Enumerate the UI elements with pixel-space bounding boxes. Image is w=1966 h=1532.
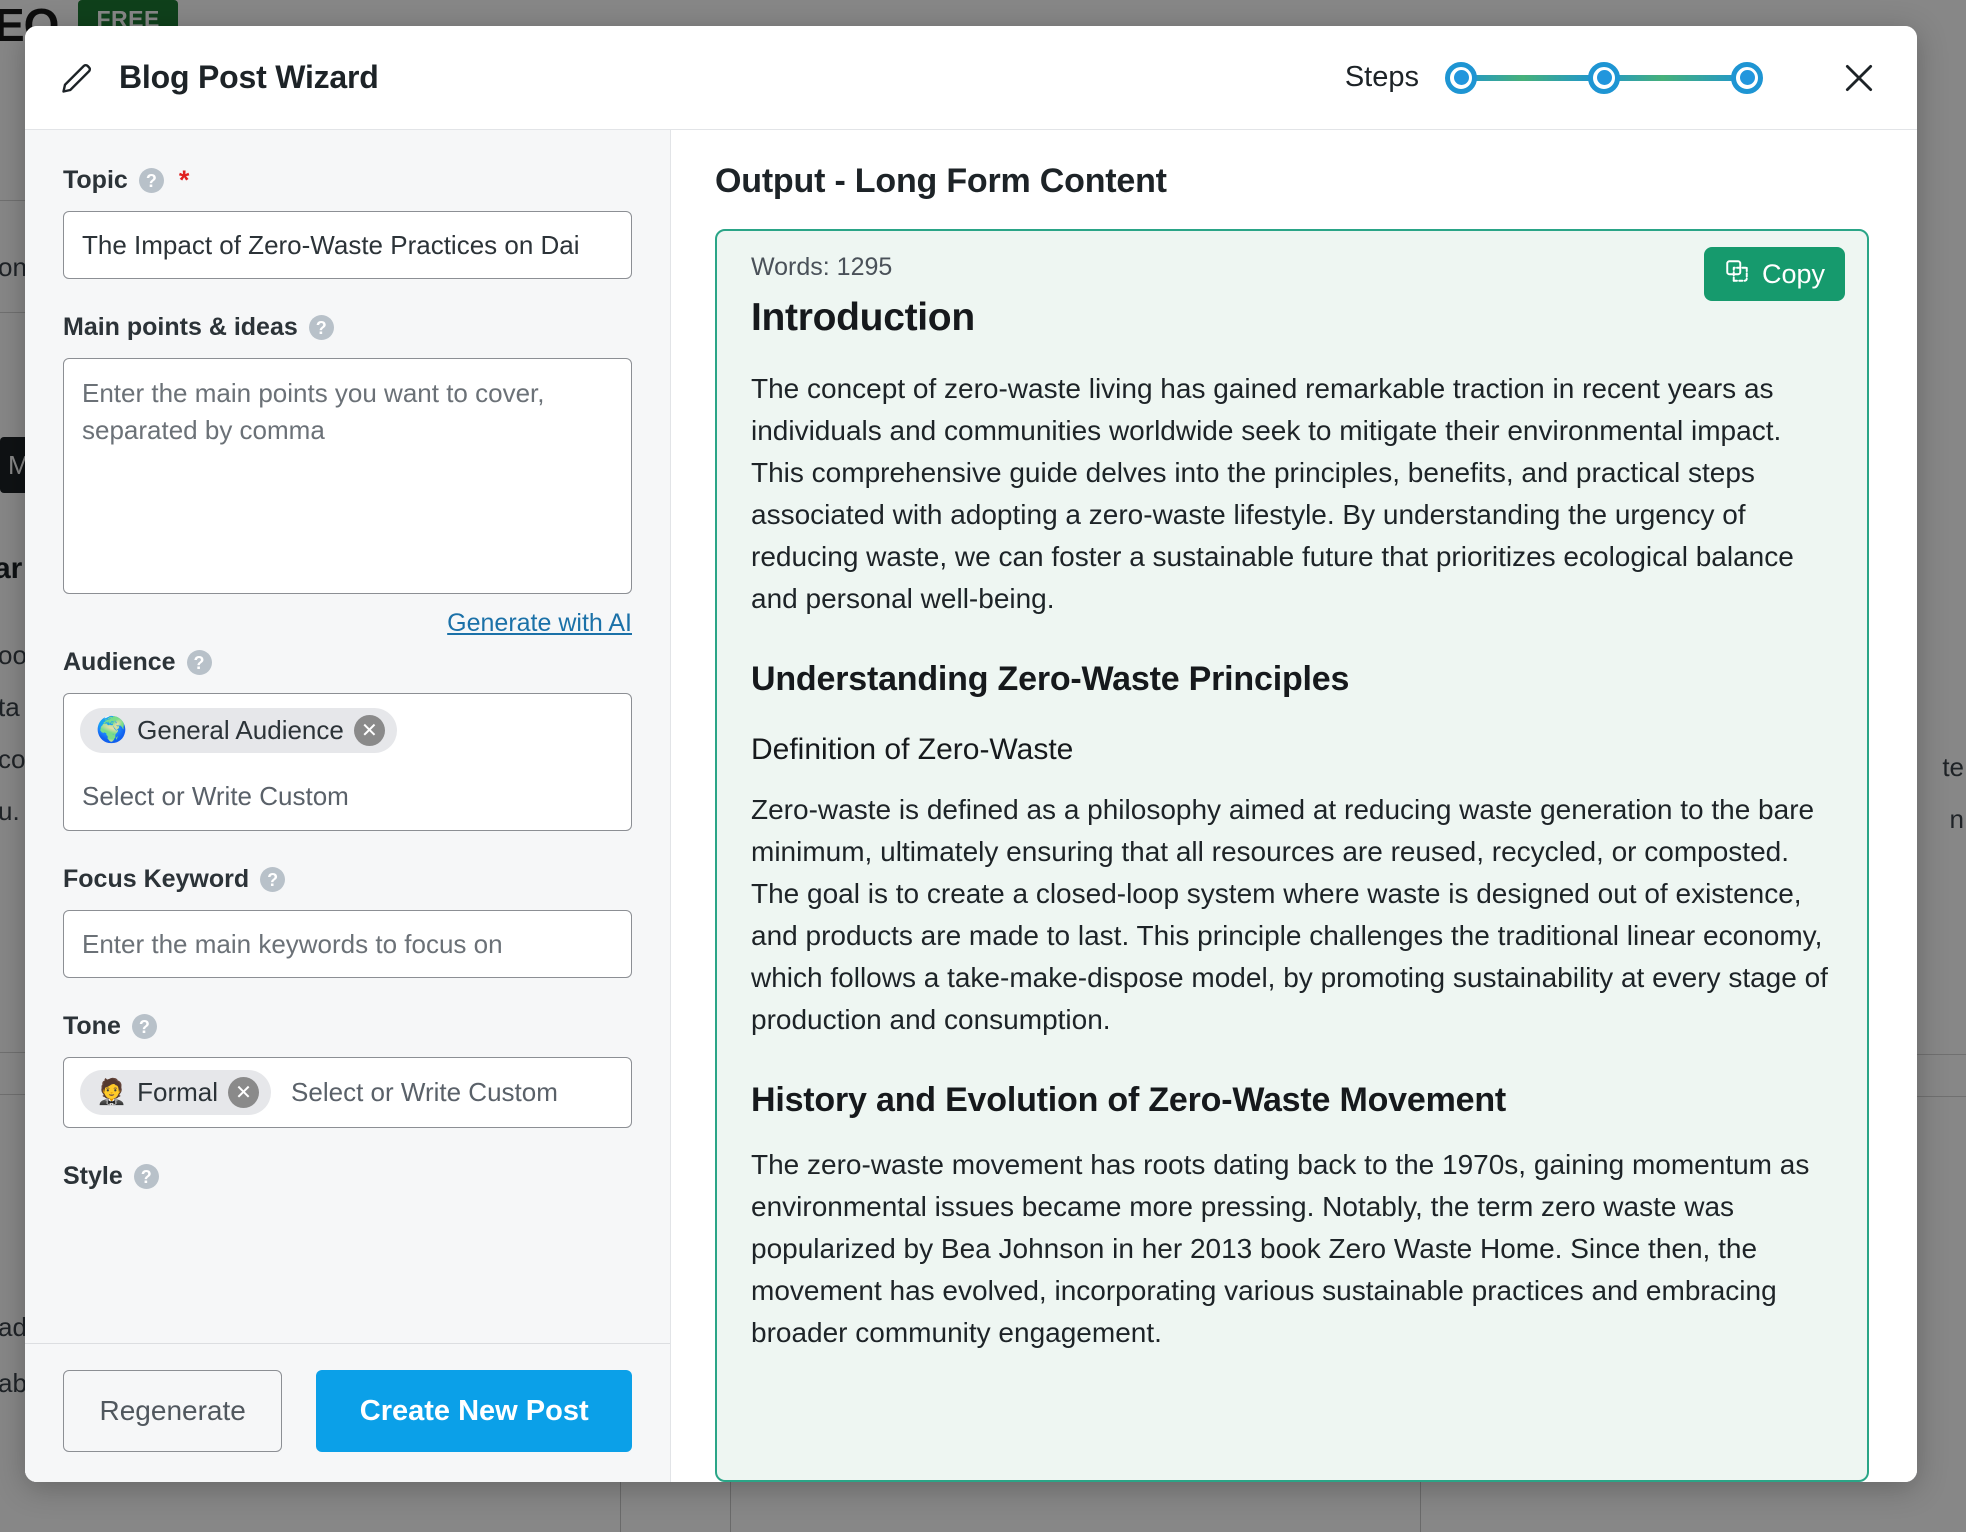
form-footer: Regenerate Create New Post: [25, 1343, 670, 1482]
help-icon[interactable]: ?: [186, 650, 212, 675]
close-icon[interactable]: ✕: [228, 1077, 260, 1108]
tone-select[interactable]: 🤵 Formal ✕ Select or Write Custom: [63, 1057, 632, 1128]
pencil-icon: [59, 60, 95, 96]
focus-keyword-label-row: Focus Keyword ?: [63, 865, 632, 894]
tone-chip[interactable]: 🤵 Formal ✕: [80, 1070, 272, 1115]
focus-keyword-label: Focus Keyword: [63, 865, 250, 893]
globe-icon: 🌍: [96, 716, 128, 744]
field-main-points: Main points & ideas ? Generate with AI: [63, 313, 632, 638]
step-dot-1[interactable]: [1445, 61, 1477, 94]
step-dot-2[interactable]: [1588, 61, 1620, 94]
modal-header: Blog Post Wizard Steps: [25, 26, 1917, 130]
main-points-label: Main points & ideas: [63, 313, 298, 341]
steps-track: [1445, 60, 1763, 96]
word-count-label: Words: 1295: [751, 253, 893, 281]
wizard-form-pane: Topic ? * Main points & ideas ? Generate…: [25, 130, 671, 1482]
help-icon[interactable]: ?: [133, 1164, 159, 1189]
form-scroll-area[interactable]: Topic ? * Main points & ideas ? Generate…: [25, 130, 670, 1343]
regenerate-button[interactable]: Regenerate: [63, 1370, 283, 1452]
audience-label-row: Audience ?: [63, 648, 632, 677]
blog-post-wizard-modal: Blog Post Wizard Steps Topic ? * The Imp…: [25, 26, 1917, 1482]
audience-select[interactable]: 🌍 General Audience ✕ Select or Write Cus…: [63, 693, 632, 831]
help-icon[interactable]: ?: [138, 168, 164, 193]
style-label: Style: [63, 1162, 123, 1190]
page-title: Blog Post Wizard: [119, 59, 379, 95]
main-points-label-row: Main points & ideas ?: [63, 313, 632, 342]
tone-label-row: Tone ?: [63, 1012, 632, 1041]
field-style: Style ?: [63, 1162, 632, 1191]
person-in-tuxedo-icon: 🤵: [96, 1078, 128, 1106]
audience-chip-label: General Audience: [137, 715, 344, 745]
audience-placeholder[interactable]: Select or Write Custom: [80, 781, 615, 812]
copy-button-label: Copy: [1761, 258, 1825, 289]
copy-button[interactable]: Copy: [1703, 247, 1845, 301]
steps-label: Steps: [1344, 61, 1419, 93]
audience-label: Audience: [63, 648, 176, 676]
generate-link-row: Generate with AI: [63, 609, 632, 638]
topic-input[interactable]: [63, 211, 632, 279]
generated-article: Introduction The concept of zero-waste li…: [751, 296, 1833, 1354]
style-label-row: Style ?: [63, 1162, 632, 1191]
close-icon[interactable]: [1837, 56, 1881, 100]
modal-body: Topic ? * Main points & ideas ? Generate…: [25, 130, 1917, 1482]
tone-label: Tone: [63, 1012, 121, 1040]
field-audience: Audience ? 🌍 General Audience ✕ Select o…: [63, 648, 632, 831]
create-new-post-button[interactable]: Create New Post: [316, 1370, 632, 1452]
help-icon[interactable]: ?: [131, 1014, 157, 1039]
topic-label: Topic: [63, 166, 128, 194]
tone-chip-label: Formal: [137, 1077, 219, 1107]
article-heading-h1: Introduction: [751, 296, 975, 339]
output-title: Output - Long Form Content: [715, 162, 1167, 200]
copy-icon: [1724, 258, 1750, 291]
field-topic: Topic ? *: [63, 166, 632, 279]
main-points-textarea[interactable]: [63, 358, 632, 594]
output-pane: Output - Long Form Content Words: 1295 C…: [671, 130, 1917, 1482]
steps-indicator: Steps: [1345, 56, 1881, 100]
help-icon[interactable]: ?: [308, 315, 334, 340]
required-marker: *: [178, 165, 190, 195]
article-paragraph: The concept of zero-waste living has gai…: [751, 373, 1794, 614]
field-focus-keyword: Focus Keyword ?: [63, 865, 632, 978]
article-heading-h2: Understanding Zero-Waste Principles: [751, 660, 1350, 698]
audience-chip[interactable]: 🌍 General Audience ✕: [80, 708, 397, 753]
close-icon[interactable]: ✕: [353, 715, 385, 746]
field-tone: Tone ? 🤵 Formal ✕ Select or Write Custom: [63, 1012, 632, 1128]
generate-with-ai-link[interactable]: Generate with AI: [447, 609, 632, 638]
topic-label-row: Topic ? *: [63, 166, 632, 195]
output-content-card[interactable]: Words: 1295 Copy Introduction The concept…: [715, 229, 1869, 1482]
tone-placeholder[interactable]: Select or Write Custom: [289, 1077, 558, 1108]
article-heading-h3: Definition of Zero-Waste: [751, 733, 1074, 766]
focus-keyword-input[interactable]: [63, 910, 632, 978]
step-dot-3[interactable]: [1731, 61, 1763, 94]
article-paragraph: Zero-waste is defined as a philosophy ai…: [751, 794, 1828, 1035]
article-paragraph: The zero-waste movement has roots dating…: [751, 1149, 1810, 1348]
help-icon[interactable]: ?: [260, 867, 286, 892]
tone-chip-row: 🤵 Formal ✕ Select or Write Custom: [80, 1070, 558, 1115]
article-heading-h2: History and Evolution of Zero-Waste Move…: [751, 1081, 1507, 1119]
